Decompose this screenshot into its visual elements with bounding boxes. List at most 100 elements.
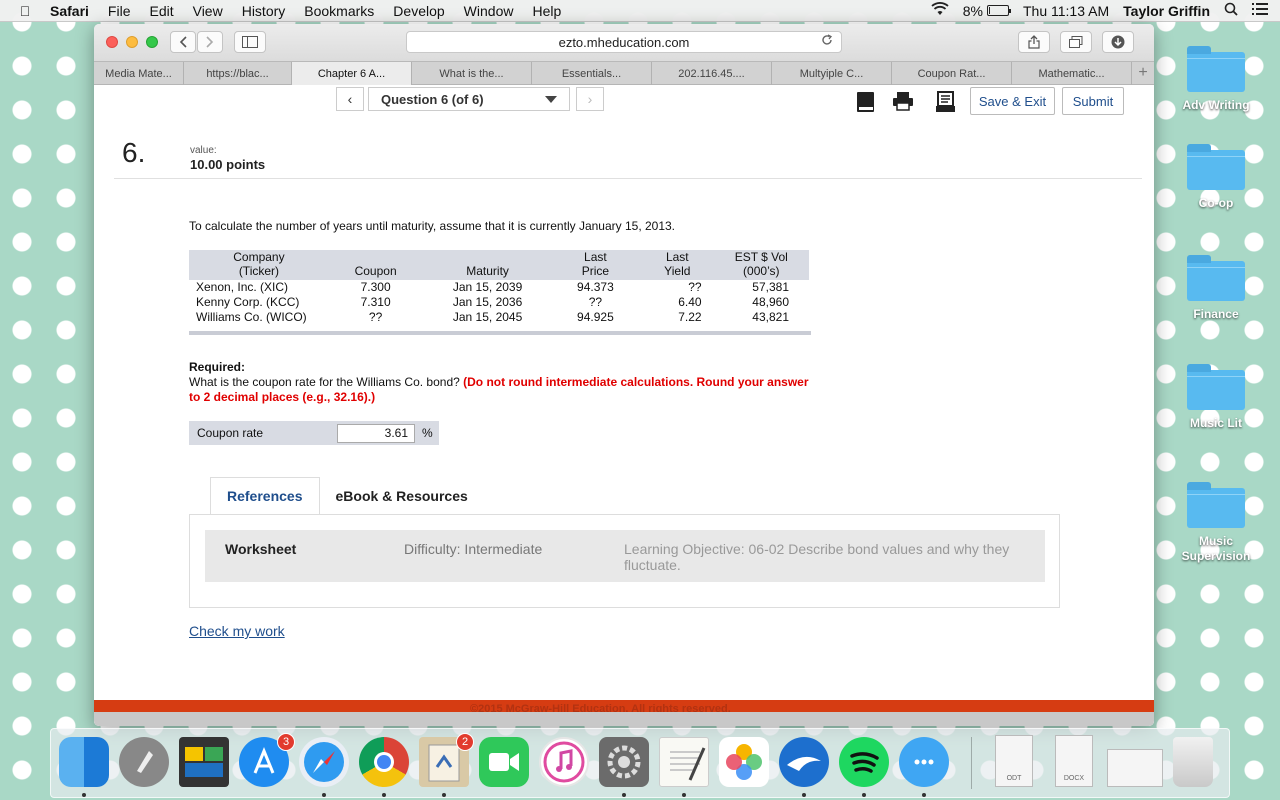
chrome-icon[interactable] — [359, 737, 409, 787]
cell-price: 94.373 — [577, 280, 614, 294]
back-button[interactable] — [170, 31, 196, 53]
close-window-button[interactable] — [106, 36, 118, 48]
report-icon[interactable] — [936, 91, 958, 113]
menu-window[interactable]: Window — [464, 3, 514, 19]
next-question-button[interactable]: › — [576, 87, 604, 111]
print-icon[interactable] — [892, 91, 914, 113]
share-button[interactable] — [1018, 31, 1050, 53]
apple-icon[interactable]:  — [14, 3, 36, 19]
table-row: Williams Co. (WICO) ?? Jan 15, 2045 94.9… — [189, 310, 809, 331]
wifi-icon[interactable] — [931, 2, 949, 19]
tab-ip-address[interactable]: 202.116.45.... — [652, 62, 772, 85]
tab-what-is-the[interactable]: What is the... — [412, 62, 532, 85]
spotify-icon[interactable] — [839, 737, 889, 787]
previous-question-button[interactable]: ‹ — [336, 87, 364, 111]
submit-button[interactable]: Submit — [1062, 87, 1124, 115]
cell-volume: 48,960 — [752, 295, 789, 309]
document-stack-icon[interactable] — [1107, 749, 1163, 787]
menu-bookmarks[interactable]: Bookmarks — [304, 3, 374, 19]
zoom-window-button[interactable] — [146, 36, 158, 48]
desktop-folder-co-op[interactable]: Co-op — [1178, 144, 1254, 211]
forward-button[interactable] — [197, 31, 223, 53]
docx-document-icon[interactable]: DOCX — [1055, 735, 1093, 787]
tab-media-materials[interactable]: Media Mate... — [94, 62, 184, 85]
openoffice-icon[interactable] — [779, 737, 829, 787]
header-company: Company (Ticker) — [189, 250, 326, 280]
menu-app-safari[interactable]: Safari — [50, 3, 89, 19]
coupon-rate-input[interactable] — [337, 423, 415, 443]
reload-icon[interactable] — [821, 34, 833, 49]
header-coupon: Coupon — [325, 250, 426, 280]
facetime-icon[interactable] — [479, 737, 529, 787]
tab-chapter-6[interactable]: Chapter 6 A... — [292, 62, 412, 85]
download-icon — [1111, 35, 1125, 49]
header-last-price: Last Price — [549, 250, 642, 280]
question-selector-label: Question 6 (of 6) — [381, 91, 484, 107]
folder-icon — [1187, 255, 1245, 301]
minimize-window-button[interactable] — [126, 36, 138, 48]
spotlight-search-icon[interactable] — [1224, 2, 1238, 20]
safari-window: ezto.mheducation.com Media Mate... https… — [94, 24, 1154, 726]
desktop-folder-adv-writing[interactable]: Adv Writing — [1178, 46, 1254, 113]
check-my-work-link[interactable]: Check my work — [189, 623, 285, 639]
menu-view[interactable]: View — [193, 3, 223, 19]
folder-icon — [1187, 482, 1245, 528]
menu-help[interactable]: Help — [532, 3, 561, 19]
trash-icon[interactable] — [1173, 737, 1213, 787]
running-indicator — [922, 793, 926, 797]
desktop-folder-music-lit[interactable]: Music Lit — [1178, 364, 1254, 431]
sidebar-toggle-button[interactable] — [234, 31, 266, 53]
ebook-icon[interactable] — [856, 91, 878, 113]
activity-monitor-icon[interactable] — [179, 737, 229, 787]
photos-icon[interactable] — [719, 737, 769, 787]
battery-icon — [987, 5, 1011, 16]
menubar:  Safari File Edit View History Bookmark… — [0, 0, 1280, 22]
doc-label: DOCX — [1063, 775, 1085, 782]
user-name[interactable]: Taylor Griffin — [1123, 3, 1210, 19]
safari-icon[interactable] — [299, 737, 349, 787]
tab-mathematics[interactable]: Mathematic... — [1012, 62, 1132, 85]
worksheet-label[interactable]: Worksheet — [225, 541, 296, 557]
required-title: Required: — [189, 360, 246, 374]
chevron-left-icon — [179, 36, 187, 48]
tab-references[interactable]: References — [210, 477, 320, 515]
textedit-icon[interactable] — [659, 737, 709, 787]
launchpad-icon[interactable] — [119, 737, 169, 787]
cell-volume: 43,821 — [752, 310, 789, 324]
required-text: What is the coupon rate for the Williams… — [189, 375, 460, 389]
desktop-folder-finance[interactable]: Finance — [1178, 255, 1254, 322]
messages-icon[interactable] — [899, 737, 949, 787]
menu-edit[interactable]: Edit — [149, 3, 173, 19]
tab-blackboard[interactable]: https://blac... — [184, 62, 292, 85]
required-prompt: What is the coupon rate for the Williams… — [189, 375, 809, 405]
menu-develop[interactable]: Develop — [393, 3, 444, 19]
new-tab-button[interactable]: + — [1132, 62, 1154, 84]
tab-essentials[interactable]: Essentials... — [532, 62, 652, 85]
itunes-icon[interactable] — [539, 737, 589, 787]
downloads-button[interactable] — [1102, 31, 1134, 53]
notification-center-icon[interactable] — [1252, 2, 1268, 19]
references-panel: Worksheet Difficulty: Intermediate Learn… — [189, 514, 1060, 608]
tab-coupon-rate[interactable]: Coupon Rat... — [892, 62, 1012, 85]
tab-multiple-choice[interactable]: Multyiple C... — [772, 62, 892, 85]
question-number: 6. — [122, 137, 146, 168]
desktop-folder-music-supervision[interactable]: Music Supervision — [1178, 482, 1254, 564]
running-indicator — [82, 793, 86, 797]
question-points: 10.00 points — [190, 157, 266, 172]
learning-objective: Learning Objective: 06-02 Describe bond … — [624, 541, 1010, 573]
battery-status[interactable]: 8% — [963, 3, 1011, 19]
menu-file[interactable]: File — [108, 3, 131, 19]
finder-icon[interactable] — [59, 737, 109, 787]
running-indicator — [802, 793, 806, 797]
save-exit-button[interactable]: Save & Exit — [970, 87, 1055, 115]
menu-history[interactable]: History — [242, 3, 286, 19]
clock[interactable]: Thu 11:13 AM — [1023, 3, 1109, 19]
cell-company: Xenon, Inc. (XIC) — [196, 280, 289, 294]
system-preferences-icon[interactable] — [599, 737, 649, 787]
question-selector[interactable]: Question 6 (of 6) — [368, 87, 570, 111]
running-indicator — [322, 793, 326, 797]
address-bar[interactable]: ezto.mheducation.com — [406, 31, 842, 53]
tab-overview-button[interactable] — [1060, 31, 1092, 53]
odt-document-icon[interactable]: ODT — [995, 735, 1033, 787]
tab-ebook-resources[interactable]: eBook & Resources — [320, 477, 484, 515]
